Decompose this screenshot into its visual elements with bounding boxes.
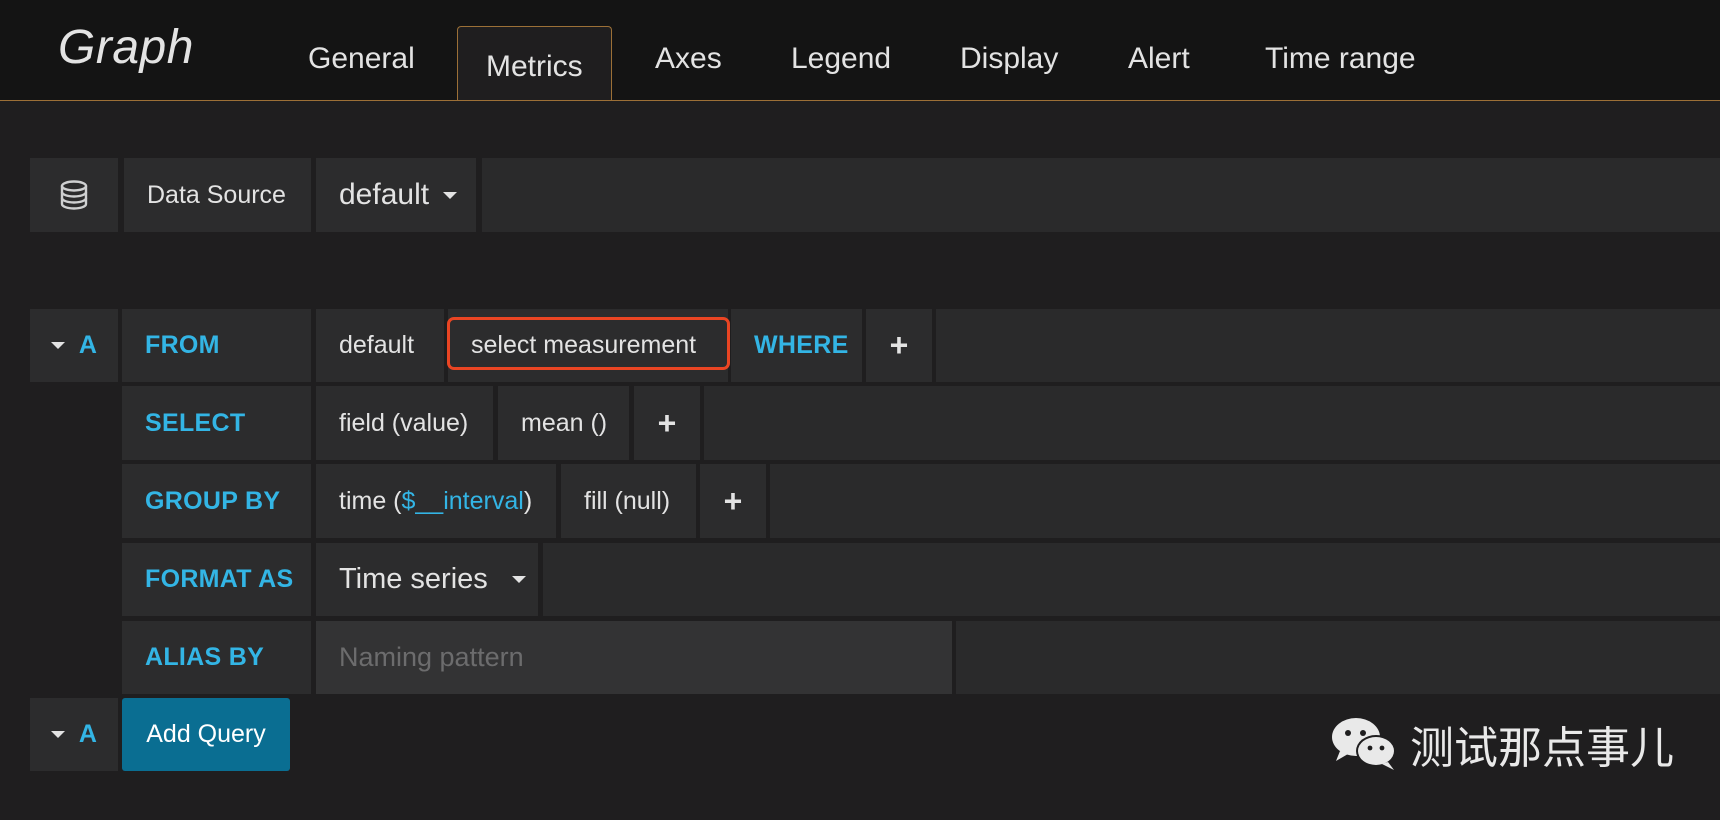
caret-down-icon [511,576,526,583]
alias-by-keyword: ALIAS BY [122,621,311,694]
tab-metrics[interactable]: Metrics [457,26,612,101]
select-row-filler [704,386,1720,460]
select-field-segment[interactable]: field (value) [316,386,493,460]
group-by-time-prefix: time ( [339,486,402,515]
caret-down-icon [443,191,458,199]
query-ref-id: A [78,331,98,359]
measurement-highlight-box [447,317,730,370]
format-as-keyword: FORMAT AS [122,543,311,616]
from-keyword: FROM [122,309,311,382]
alias-by-row-filler [956,621,1720,694]
format-as-value: Time series [339,563,488,595]
datasource-row-filler [482,158,1720,232]
query-collapse-toggle[interactable]: A [30,309,118,382]
add-where-button[interactable]: + [866,309,932,382]
add-query-button[interactable]: Add Query [122,698,290,771]
add-group-by-button[interactable]: + [700,464,766,538]
datasource-label: Data Source [124,158,311,232]
tab-axes[interactable]: Axes [655,42,722,76]
caret-down-icon [50,731,65,738]
wechat-icon [1332,718,1396,770]
alias-by-input[interactable]: Naming pattern [316,621,952,694]
tab-alert[interactable]: Alert [1128,42,1190,76]
format-as-select[interactable]: Time series [316,543,538,616]
select-function-segment[interactable]: mean () [498,386,629,460]
watermark-text: 测试那点事儿 [1410,724,1674,773]
tab-legend[interactable]: Legend [791,42,891,76]
where-keyword: WHERE [731,309,862,382]
from-row-filler [936,309,1720,382]
group-by-keyword: GROUP BY [122,464,311,538]
datasource-select[interactable]: default [316,158,476,232]
database-icon [30,158,118,232]
select-keyword: SELECT [122,386,311,460]
add-select-button[interactable]: + [634,386,700,460]
caret-down-icon [50,342,65,349]
add-query-collapse-toggle[interactable]: A [30,698,118,771]
datasource-value: default [339,178,430,211]
panel-type-title: Graph [58,21,194,74]
retention-policy-segment[interactable]: default [316,309,444,382]
group-by-time-segment[interactable]: time ($__interval) [316,464,556,538]
group-by-fill-segment[interactable]: fill (null) [561,464,696,538]
tab-display[interactable]: Display [960,42,1058,76]
tab-general[interactable]: General [308,42,415,76]
group-by-interval-variable: $__interval [401,486,524,515]
tab-time-range[interactable]: Time range [1265,42,1416,76]
panel-editor-header: Graph General Metrics Axes Legend Displa… [0,0,1720,101]
group-by-row-filler [770,464,1720,538]
header-divider [0,100,1720,101]
add-query-ref-id: A [78,720,98,748]
format-as-row-filler [543,543,1720,616]
group-by-time-suffix: ) [523,486,533,515]
watermark: 测试那点事儿 [1330,712,1674,776]
